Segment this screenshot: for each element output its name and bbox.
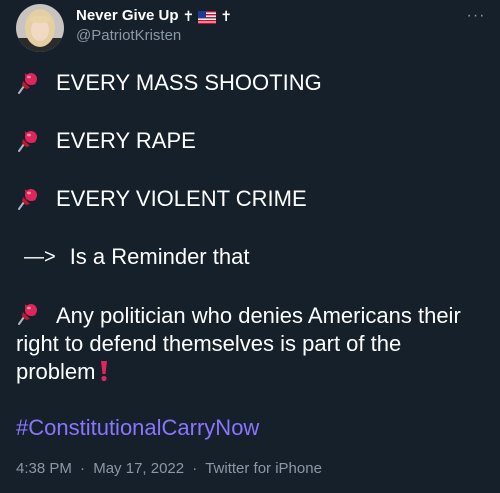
pushpin-icon [16,301,42,327]
latin-cross-icon: ✝ [220,8,233,24]
tweet-header: Never Give Up ✝ ✝ @PatriotKristen [76,6,232,46]
pushpin-icon [16,128,42,154]
separator: · [80,460,86,477]
pushpin-icon [16,186,42,212]
display-name[interactable]: Never Give Up [76,6,179,26]
tweet-paragraph: Any politician who denies Americans thei… [16,301,486,386]
tweet-line: EVERY RAPE [16,127,486,155]
hashtag-link[interactable]: #ConstitutionalCarryNow [16,415,259,440]
tweet-line: —> Is a Reminder that [16,243,486,271]
pushpin-icon [16,70,42,96]
display-name-row[interactable]: Never Give Up ✝ ✝ [76,6,232,26]
tweet-source[interactable]: Twitter for iPhone [205,460,322,477]
tweet-line: EVERY VIOLENT CRIME [16,185,486,213]
tweet-card: Never Give Up ✝ ✝ @PatriotKristen ··· EV… [0,0,500,493]
tweet-date[interactable]: May 17, 2022 [93,460,184,477]
avatar[interactable] [16,4,64,52]
more-options-button[interactable]: ··· [464,4,488,28]
separator: · [192,460,198,477]
tweet-line: EVERY MASS SHOOTING [16,69,486,97]
user-handle[interactable]: @PatriotKristen [76,26,232,46]
red-exclamation-icon [99,360,109,382]
reminder-text: Is a Reminder that [69,244,250,269]
tweet-meta: 4:38 PM · May 17, 2022 · Twitter for iPh… [16,459,322,479]
paragraph-text: Any politician who denies Americans thei… [16,303,461,384]
arrow-text: —> [24,246,56,268]
latin-cross-icon: ✝ [182,8,195,24]
more-options-icon: ··· [466,7,486,24]
hashtag-row: #ConstitutionalCarryNow [16,414,486,442]
us-flag-icon [198,10,217,24]
tweet-text: EVERY MASS SHOOTING EVERY RAPE EVERY VIO… [16,64,486,442]
tweet-time[interactable]: 4:38 PM [16,460,72,477]
tweet-line-text: EVERY VIOLENT CRIME [56,186,307,211]
tweet-line-text: EVERY RAPE [56,128,196,153]
tweet-line-text: EVERY MASS SHOOTING [56,70,322,95]
